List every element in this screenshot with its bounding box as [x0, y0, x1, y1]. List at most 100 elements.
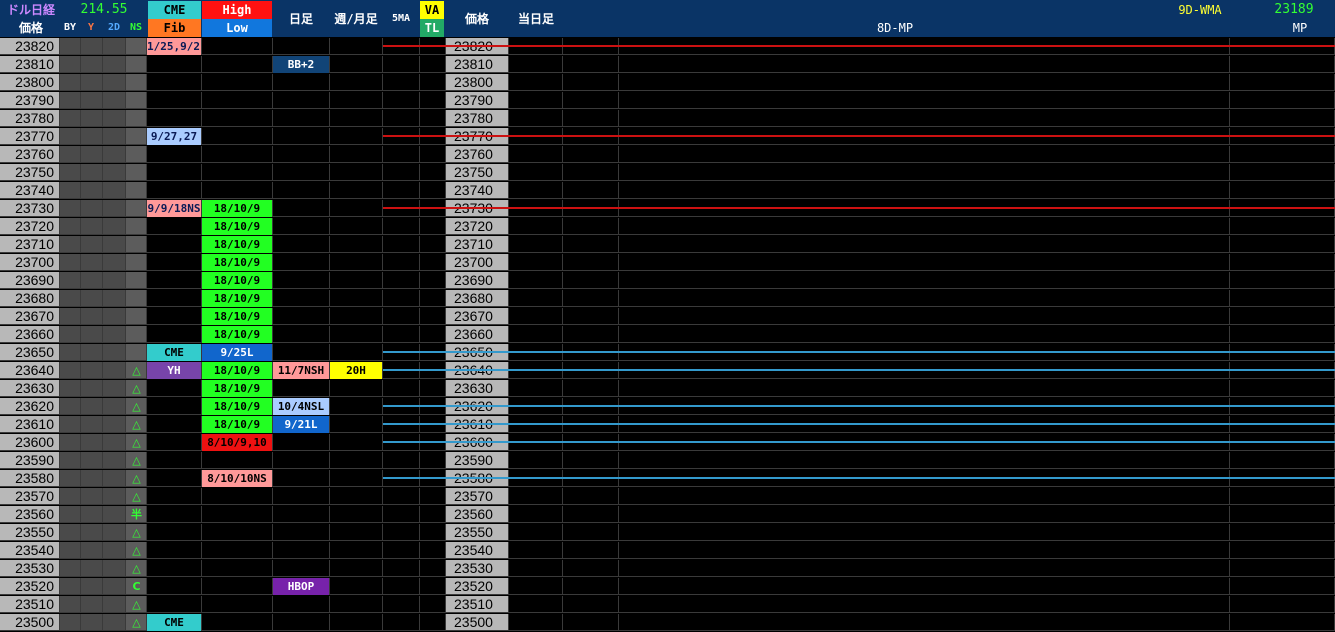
ma5-cell[interactable] — [383, 596, 420, 613]
va-cell[interactable] — [420, 254, 446, 271]
weekly-cell[interactable] — [330, 200, 383, 217]
mp1-cell[interactable] — [563, 596, 619, 613]
d2-cell[interactable] — [103, 110, 126, 127]
price-cell[interactable]: 23520 — [0, 578, 60, 595]
ns-cell[interactable] — [126, 326, 147, 343]
daily-cell[interactable] — [273, 110, 330, 127]
price-cell[interactable]: 23760 — [0, 146, 60, 163]
cme-cell[interactable] — [147, 236, 202, 253]
ns-cell[interactable] — [126, 344, 147, 361]
cme-cell[interactable] — [147, 146, 202, 163]
price-cell[interactable]: 23650 — [0, 344, 60, 361]
price-cell-right[interactable]: 23520 — [446, 578, 509, 595]
by-cell[interactable] — [60, 596, 81, 613]
mp2-cell[interactable] — [619, 488, 1230, 505]
daily-cell[interactable] — [273, 614, 330, 631]
mp1-cell[interactable] — [563, 164, 619, 181]
d2-cell[interactable] — [103, 56, 126, 73]
cme-cell[interactable] — [147, 92, 202, 109]
d2-cell[interactable] — [103, 560, 126, 577]
va-cell[interactable] — [420, 614, 446, 631]
mp1-cell[interactable] — [563, 254, 619, 271]
hl-cell[interactable] — [202, 56, 273, 73]
cme-cell[interactable] — [147, 110, 202, 127]
by-cell[interactable] — [60, 290, 81, 307]
cme-cell[interactable] — [147, 434, 202, 451]
by-cell[interactable] — [60, 74, 81, 91]
today-cell[interactable] — [509, 596, 563, 613]
price-cell-right[interactable]: 23690 — [446, 272, 509, 289]
y-cell[interactable] — [81, 578, 103, 595]
cme-cell[interactable] — [147, 542, 202, 559]
by-cell[interactable] — [60, 362, 81, 379]
va-cell[interactable] — [420, 56, 446, 73]
y-cell[interactable] — [81, 416, 103, 433]
mp1-cell[interactable] — [563, 92, 619, 109]
hl-cell[interactable] — [202, 128, 273, 145]
by-cell[interactable] — [60, 272, 81, 289]
d2-cell[interactable] — [103, 344, 126, 361]
weekly-cell[interactable] — [330, 596, 383, 613]
ma5-cell[interactable] — [383, 452, 420, 469]
hl-cell[interactable] — [202, 506, 273, 523]
d2-cell[interactable] — [103, 452, 126, 469]
weekly-cell[interactable] — [330, 272, 383, 289]
cme-cell[interactable] — [147, 254, 202, 271]
weekly-cell[interactable] — [330, 344, 383, 361]
daily-cell[interactable] — [273, 182, 330, 199]
ma5-cell[interactable] — [383, 272, 420, 289]
weekly-cell[interactable] — [330, 308, 383, 325]
cme-cell[interactable] — [147, 380, 202, 397]
ns-cell[interactable] — [126, 56, 147, 73]
hl-cell[interactable] — [202, 74, 273, 91]
d2-cell[interactable] — [103, 128, 126, 145]
price-cell-right[interactable]: 23570 — [446, 488, 509, 505]
daily-cell[interactable] — [273, 470, 330, 487]
by-cell[interactable] — [60, 506, 81, 523]
cme-cell[interactable] — [147, 488, 202, 505]
price-cell-right[interactable]: 23500 — [446, 614, 509, 631]
mp3-cell[interactable] — [1230, 380, 1335, 397]
cme-cell[interactable] — [147, 326, 202, 343]
price-cell-right[interactable]: 23660 — [446, 326, 509, 343]
weekly-cell[interactable] — [330, 254, 383, 271]
by-cell[interactable] — [60, 182, 81, 199]
weekly-cell[interactable] — [330, 524, 383, 541]
cme-cell[interactable] — [147, 218, 202, 235]
d2-cell[interactable] — [103, 200, 126, 217]
today-cell[interactable] — [509, 614, 563, 631]
daily-cell[interactable] — [273, 74, 330, 91]
cme-cell[interactable] — [147, 272, 202, 289]
price-cell[interactable]: 23640 — [0, 362, 60, 379]
price-cell[interactable]: 23500 — [0, 614, 60, 631]
d2-cell[interactable] — [103, 146, 126, 163]
ma5-cell[interactable] — [383, 326, 420, 343]
by-cell[interactable] — [60, 344, 81, 361]
mp2-cell[interactable] — [619, 452, 1230, 469]
mp1-cell[interactable] — [563, 614, 619, 631]
ma5-cell[interactable] — [383, 524, 420, 541]
price-cell-right[interactable]: 23530 — [446, 560, 509, 577]
va-cell[interactable] — [420, 146, 446, 163]
y-cell[interactable] — [81, 524, 103, 541]
price-cell-right[interactable]: 23700 — [446, 254, 509, 271]
y-cell[interactable] — [81, 272, 103, 289]
by-cell[interactable] — [60, 110, 81, 127]
ns-cell[interactable] — [126, 236, 147, 253]
today-cell[interactable] — [509, 254, 563, 271]
daily-cell[interactable] — [273, 164, 330, 181]
price-cell[interactable]: 23780 — [0, 110, 60, 127]
mp3-cell[interactable] — [1230, 308, 1335, 325]
today-cell[interactable] — [509, 56, 563, 73]
mp1-cell[interactable] — [563, 182, 619, 199]
today-cell[interactable] — [509, 452, 563, 469]
price-cell[interactable]: 23560 — [0, 506, 60, 523]
ns-cell[interactable] — [126, 38, 147, 55]
weekly-cell[interactable] — [330, 506, 383, 523]
by-cell[interactable] — [60, 164, 81, 181]
y-cell[interactable] — [81, 236, 103, 253]
price-cell[interactable]: 23700 — [0, 254, 60, 271]
va-cell[interactable] — [420, 506, 446, 523]
cme-cell[interactable] — [147, 452, 202, 469]
mp2-cell[interactable] — [619, 110, 1230, 127]
